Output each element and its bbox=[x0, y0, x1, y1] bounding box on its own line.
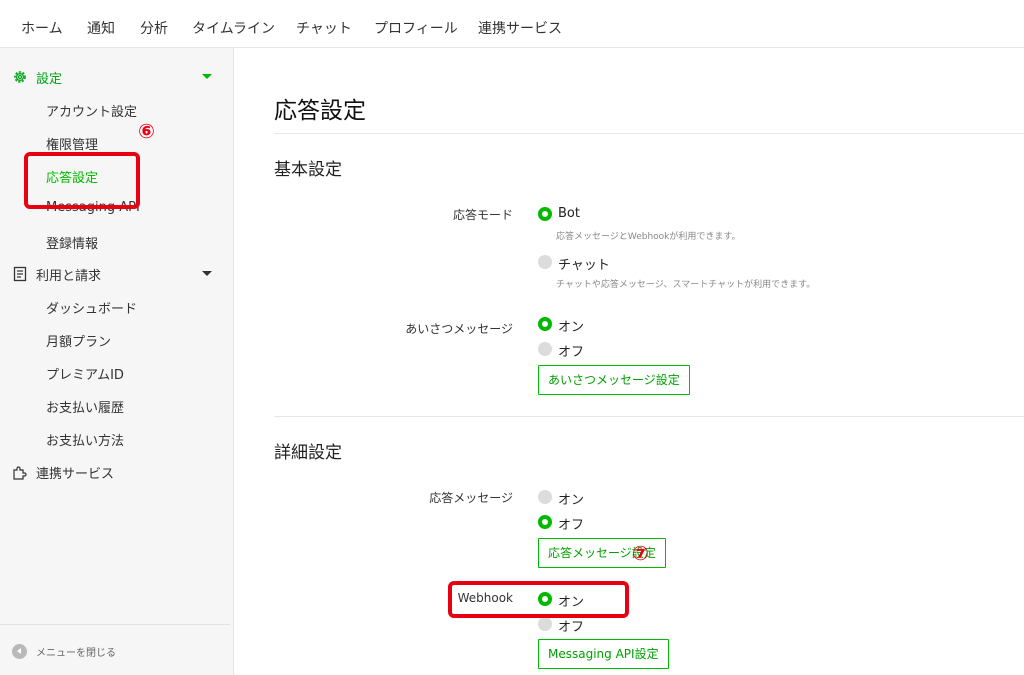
annotation-number-7: ⑦ bbox=[632, 541, 649, 565]
app-window: ホーム 通知 分析 タイムライン チャット プロフィール 連携サービス 設定 ア… bbox=[0, 0, 1024, 675]
radio-unselected-icon bbox=[538, 490, 552, 504]
tab-home[interactable]: ホーム bbox=[21, 18, 63, 38]
tab-profile[interactable]: プロフィール bbox=[374, 18, 458, 38]
chevron-left-icon bbox=[12, 644, 27, 659]
greeting-settings-button[interactable]: あいさつメッセージ設定 bbox=[538, 365, 690, 395]
puzzle-icon bbox=[13, 466, 27, 480]
sidebar-group-label: 連携サービス bbox=[36, 467, 115, 482]
sidebar-item-registration-info[interactable]: 登録情報 bbox=[0, 227, 234, 257]
radio-unselected-icon bbox=[538, 342, 552, 356]
webhook-label: Webhook bbox=[457, 591, 513, 605]
sidebar-item-payment-method[interactable]: お支払い方法 bbox=[0, 424, 234, 454]
sidebar-item-dashboard[interactable]: ダッシュボード bbox=[0, 292, 234, 322]
divider bbox=[274, 133, 1024, 134]
sidebar: 設定 アカウント設定 権限管理 応答設定 Messaging API 登録情報 … bbox=[0, 48, 234, 675]
response-mode-label: 応答モード bbox=[452, 208, 513, 222]
tab-notifications[interactable]: 通知 bbox=[87, 18, 115, 38]
document-icon bbox=[13, 266, 27, 282]
sidebar-group-billing[interactable]: 利用と請求 bbox=[0, 259, 234, 289]
tab-chat[interactable]: チャット bbox=[296, 18, 352, 38]
page-title: 応答設定 bbox=[274, 98, 366, 124]
top-nav: ホーム 通知 分析 タイムライン チャット プロフィール 連携サービス bbox=[0, 0, 1024, 48]
radio-unselected-icon bbox=[538, 255, 552, 269]
section-title-detail: 詳細設定 bbox=[274, 443, 342, 463]
sidebar-group-settings[interactable]: 設定 bbox=[0, 62, 234, 92]
messaging-api-settings-button[interactable]: Messaging API設定 bbox=[538, 639, 669, 669]
gear-icon bbox=[14, 71, 26, 83]
sidebar-divider bbox=[0, 624, 230, 625]
bot-hint: 応答メッセージとWebhookが利用できます。 bbox=[556, 232, 741, 242]
sidebar-item-monthly-plan[interactable]: 月額プラン bbox=[0, 325, 234, 355]
greeting-label: あいさつメッセージ bbox=[405, 322, 513, 336]
chevron-down-icon bbox=[202, 271, 212, 276]
sidebar-item-permissions[interactable]: 権限管理 bbox=[0, 128, 234, 158]
section-title-basic: 基本設定 bbox=[274, 160, 342, 180]
close-menu-button[interactable]: メニューを閉じる bbox=[12, 643, 212, 663]
tab-timeline[interactable]: タイムライン bbox=[192, 18, 275, 38]
tab-integrations[interactable]: 連携サービス bbox=[478, 18, 562, 38]
sidebar-item-account-settings[interactable]: アカウント設定 bbox=[0, 95, 234, 125]
radio-selected-icon bbox=[538, 515, 552, 529]
sidebar-item-premium-id[interactable]: プレミアムID bbox=[0, 358, 234, 388]
tab-analytics[interactable]: 分析 bbox=[140, 18, 168, 38]
sidebar-group-integrations[interactable]: 連携サービス bbox=[0, 457, 234, 487]
sidebar-group-label: 利用と請求 bbox=[36, 269, 102, 284]
sidebar-group-label: 設定 bbox=[36, 72, 63, 87]
divider bbox=[274, 416, 1024, 417]
sidebar-item-messaging-api[interactable]: Messaging API bbox=[0, 194, 234, 224]
sidebar-item-response-settings[interactable]: 応答設定 bbox=[0, 161, 234, 191]
radio-selected-icon bbox=[538, 317, 552, 331]
radio-selected-icon bbox=[538, 207, 552, 221]
auto-reply-label: 応答メッセージ bbox=[429, 491, 513, 505]
radio-selected-icon bbox=[538, 592, 552, 606]
radio-unselected-icon bbox=[538, 617, 552, 631]
chat-hint: チャットや応答メッセージ、スマートチャットが利用できます。 bbox=[556, 280, 816, 290]
chevron-down-icon bbox=[202, 74, 212, 79]
annotation-number-6: ⑥ bbox=[138, 119, 155, 143]
sidebar-item-payment-history[interactable]: お支払い履歴 bbox=[0, 391, 234, 421]
main-content: 応答設定 基本設定 応答モード Bot 応答メッセージとWebhookが利用でき… bbox=[234, 48, 1024, 675]
